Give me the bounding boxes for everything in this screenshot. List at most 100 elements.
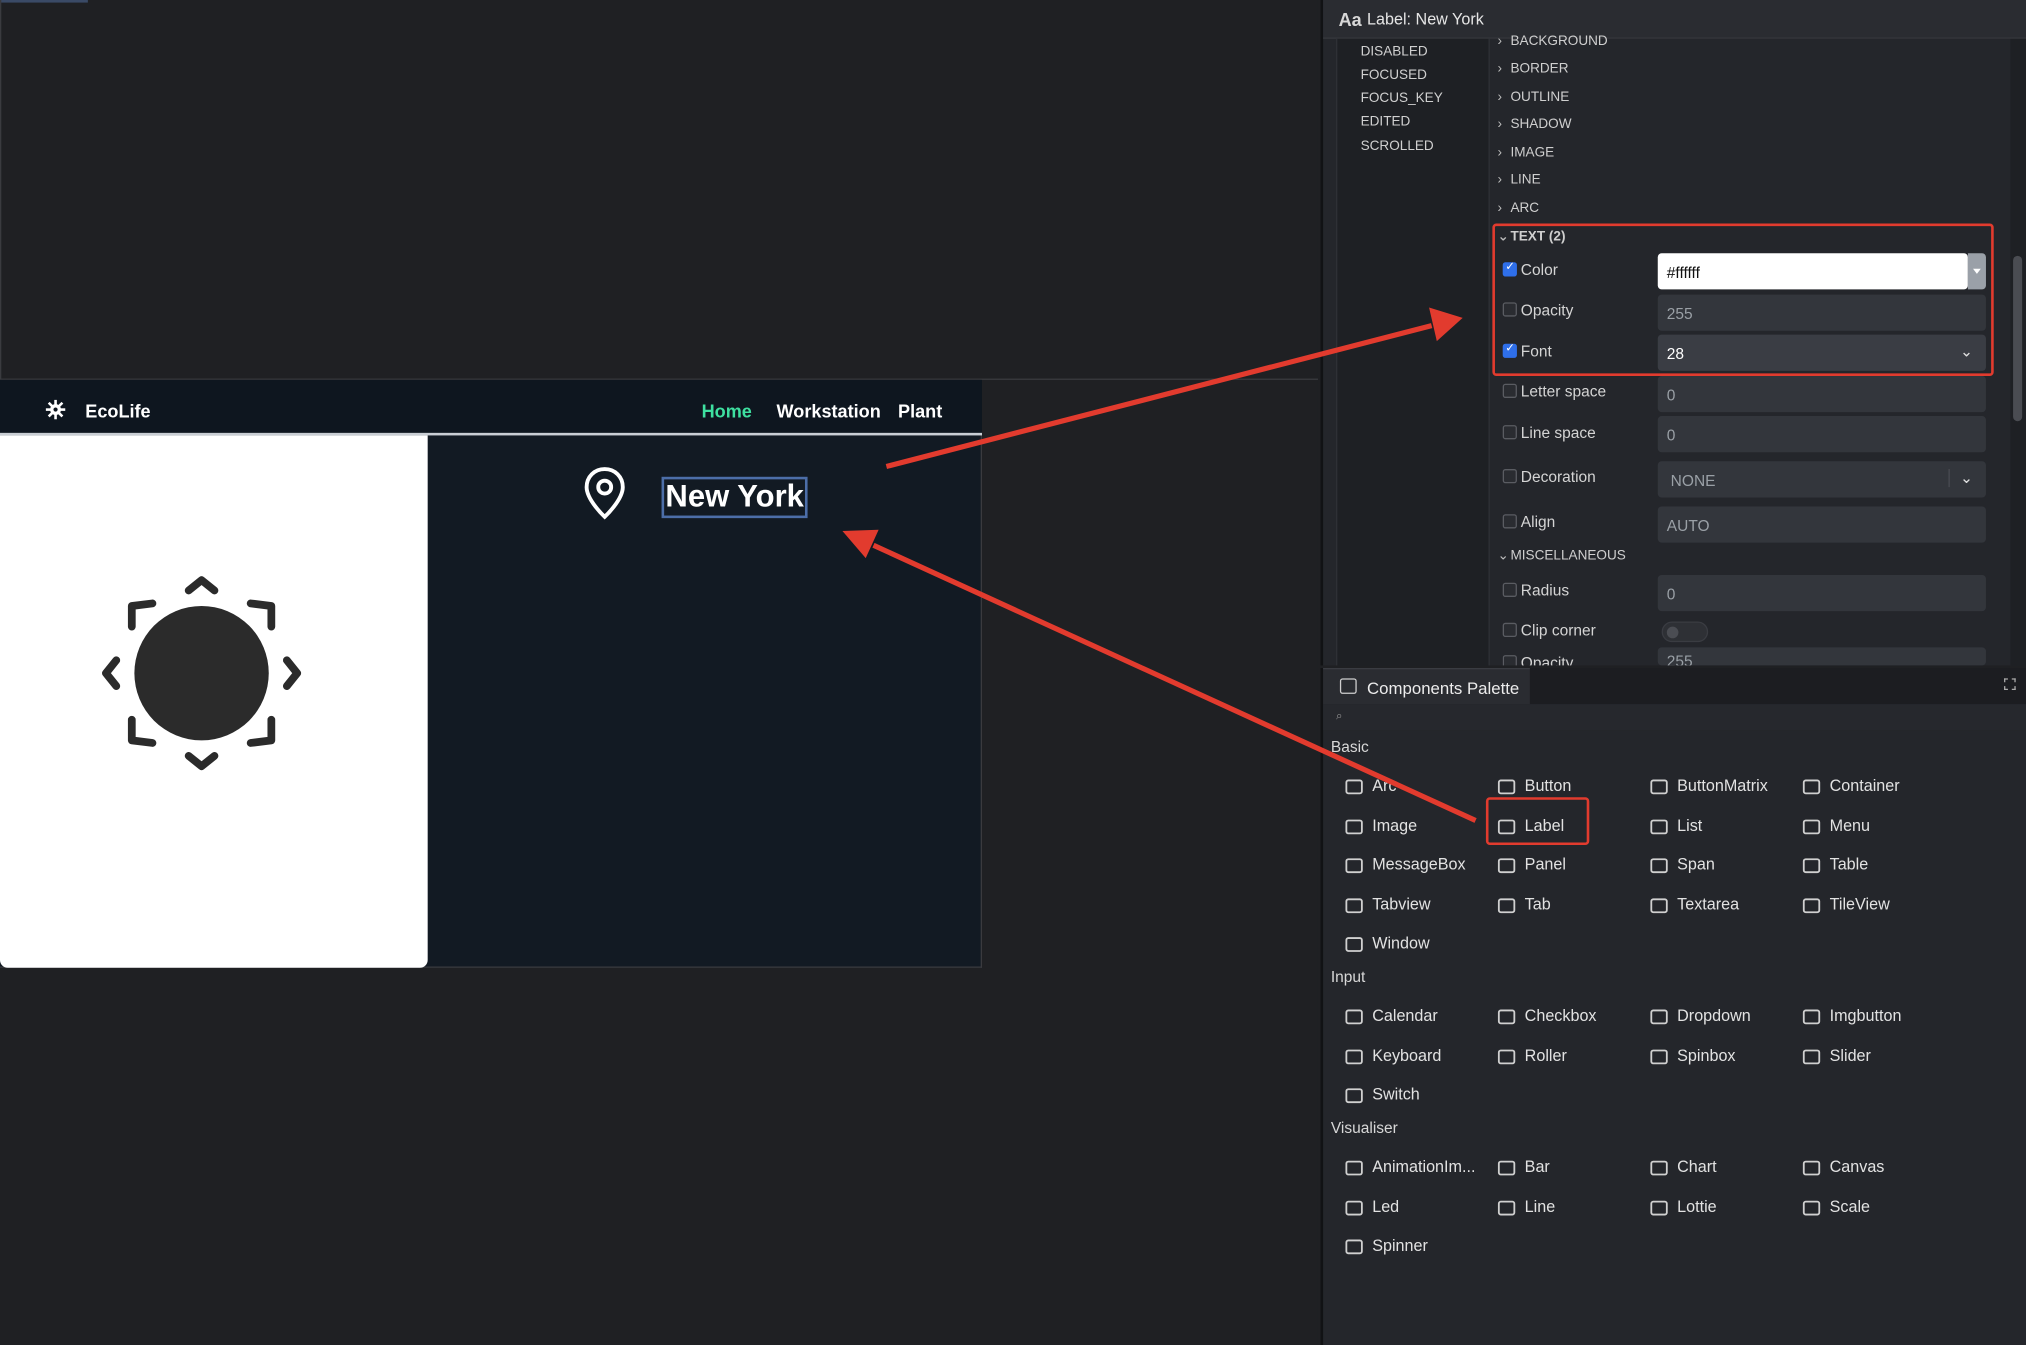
decoration-select[interactable]: NONE ⌄ bbox=[1657, 461, 1986, 498]
checkbox-icon[interactable] bbox=[1502, 514, 1517, 529]
nav-link-home[interactable]: Home bbox=[702, 401, 752, 422]
component-label: Line bbox=[1524, 1197, 1556, 1216]
chevron-right-icon: › bbox=[1497, 33, 1503, 50]
radius-input[interactable]: 0 bbox=[1657, 574, 1986, 612]
section-background[interactable]: › BACKGROUND bbox=[1498, 34, 1608, 50]
chevron-right-icon: › bbox=[1497, 200, 1503, 216]
component-label: Spinbox bbox=[1677, 1045, 1736, 1065]
component-label: Slider bbox=[1829, 1045, 1871, 1065]
city-label[interactable]: New York bbox=[661, 476, 808, 519]
state-item-edited[interactable]: EDITED bbox=[1361, 114, 1411, 130]
container-icon bbox=[1802, 779, 1821, 795]
scale-icon bbox=[1802, 1200, 1821, 1215]
section-arc[interactable]: › ARC bbox=[1498, 200, 1540, 216]
expand-icon[interactable] bbox=[2004, 678, 2016, 690]
line-icon bbox=[1497, 1200, 1516, 1215]
misc-opacity-input[interactable]: 255 bbox=[1657, 647, 1986, 666]
section-line[interactable]: › LINE bbox=[1498, 172, 1541, 188]
checkbox-icon[interactable] bbox=[1502, 341, 1517, 358]
clip-corner-property[interactable]: Clip corner bbox=[1502, 622, 1596, 640]
chevron-right-icon: › bbox=[1497, 116, 1503, 132]
component-label: Tab bbox=[1524, 894, 1551, 913]
component-label: Arc bbox=[1372, 776, 1397, 795]
weather-card[interactable] bbox=[0, 435, 428, 968]
font-property[interactable]: Font bbox=[1502, 341, 1552, 360]
checkbox-icon[interactable] bbox=[1502, 260, 1517, 277]
label-icon: Aa bbox=[1338, 9, 1362, 30]
spinbox-icon bbox=[1650, 1048, 1668, 1064]
misc-opacity-property[interactable]: Opacity bbox=[1502, 654, 1573, 666]
tab-indicator bbox=[0, 0, 88, 3]
state-item-focused[interactable]: FOCUSED bbox=[1361, 67, 1427, 83]
section-border[interactable]: › BORDER bbox=[1498, 61, 1569, 77]
radius-property[interactable]: Radius bbox=[1502, 581, 1569, 600]
letter-space-property[interactable]: Letter space bbox=[1502, 382, 1606, 401]
component-label: Span bbox=[1677, 855, 1715, 874]
chevron-right-icon: › bbox=[1497, 171, 1503, 188]
menu-icon bbox=[1802, 818, 1821, 834]
line-space-property[interactable]: Line space bbox=[1502, 424, 1596, 442]
properties-title: Label: New York bbox=[1367, 10, 1484, 29]
nav-link-plant[interactable]: Plant bbox=[898, 401, 942, 422]
window-icon bbox=[1345, 937, 1363, 952]
properties-panel: Aa Label: New York DISABLED FOCUSED FOCU… bbox=[1320, 0, 2026, 666]
color-dropdown-button[interactable] bbox=[1967, 253, 1986, 290]
line-space-input[interactable]: 0 bbox=[1657, 416, 1986, 453]
lottie-icon bbox=[1650, 1200, 1668, 1215]
section-miscellaneous[interactable]: ⌄ MISCELLANEOUS bbox=[1498, 548, 1626, 564]
component-label: Switch bbox=[1372, 1085, 1420, 1104]
align-select[interactable]: AUTO bbox=[1657, 506, 1986, 543]
state-item-scrolled[interactable]: SCROLLED bbox=[1361, 138, 1434, 154]
checkbox-icon[interactable] bbox=[1502, 302, 1517, 317]
checkbox-icon[interactable] bbox=[1502, 469, 1517, 484]
section-shadow[interactable]: › SHADOW bbox=[1498, 116, 1572, 132]
component-label: Chart bbox=[1677, 1157, 1717, 1176]
state-item-focus-key[interactable]: FOCUS_KEY bbox=[1361, 90, 1443, 106]
style-properties: › BACKGROUND › BORDER › OUTLINE › SHADOW › IM… bbox=[1488, 34, 2011, 666]
nav-link-workstation[interactable]: Workstation bbox=[777, 401, 881, 422]
group-label-input: Input bbox=[1330, 967, 1366, 986]
color-property[interactable]: Color bbox=[1502, 260, 1558, 279]
checkbox-icon[interactable] bbox=[1502, 582, 1517, 597]
clip-corner-toggle[interactable] bbox=[1661, 621, 1709, 643]
section-text[interactable]: ⌄ TEXT (2) bbox=[1498, 229, 1566, 245]
component-label: Menu bbox=[1829, 815, 1871, 835]
checkbox-icon[interactable] bbox=[1502, 383, 1517, 398]
label-icon bbox=[1497, 818, 1516, 834]
chevron-down-icon: ⌄ bbox=[1948, 469, 1973, 488]
chevron-down-icon: ⌄ bbox=[1497, 228, 1509, 245]
textarea-icon bbox=[1650, 897, 1668, 913]
color-input[interactable]: #ffffff bbox=[1657, 253, 1968, 290]
app-logo-text: EcoLife bbox=[85, 400, 151, 422]
tab-components-palette[interactable]: Components Palette bbox=[1323, 668, 1530, 705]
decoration-property[interactable]: Decoration bbox=[1502, 468, 1596, 486]
design-canvas[interactable]: EcoLife Home Workstation Plant New York bbox=[0, 0, 1318, 1345]
component-label: ButtonMatrix bbox=[1677, 776, 1768, 795]
section-outline[interactable]: › OUTLINE bbox=[1498, 89, 1570, 105]
imgbutton-icon bbox=[1802, 1009, 1821, 1025]
checkbox-icon[interactable] bbox=[1502, 425, 1517, 440]
state-item-disabled[interactable]: DISABLED bbox=[1361, 44, 1428, 60]
opacity-property[interactable]: Opacity bbox=[1502, 301, 1573, 319]
font-select[interactable]: 28 ⌄ bbox=[1657, 334, 1986, 371]
animationim-icon bbox=[1345, 1160, 1363, 1176]
device-screen[interactable]: EcoLife Home Workstation Plant New York bbox=[0, 379, 982, 968]
section-image[interactable]: › IMAGE bbox=[1498, 145, 1555, 161]
palette-title: Components Palette bbox=[1367, 678, 1520, 698]
component-label: TileView bbox=[1829, 894, 1890, 913]
sun-icon bbox=[102, 576, 302, 771]
messagebox-icon bbox=[1345, 858, 1363, 874]
image-icon bbox=[1345, 818, 1363, 834]
letter-space-input[interactable]: 0 bbox=[1657, 376, 1986, 413]
align-property[interactable]: Align bbox=[1502, 513, 1555, 531]
properties-scrollbar[interactable] bbox=[2010, 38, 2026, 666]
chevron-right-icon: › bbox=[1497, 89, 1503, 105]
checkbox-icon[interactable] bbox=[1502, 622, 1517, 638]
scrollbar-thumb[interactable] bbox=[2013, 255, 2023, 422]
tab-icon bbox=[1497, 897, 1516, 913]
palette-search-input[interactable]: ⌕ bbox=[1323, 704, 2026, 731]
checkbox-icon[interactable] bbox=[1502, 655, 1517, 666]
opacity-input[interactable]: 255 bbox=[1657, 294, 1986, 331]
slider-icon bbox=[1802, 1048, 1821, 1064]
bar-icon bbox=[1497, 1160, 1516, 1176]
